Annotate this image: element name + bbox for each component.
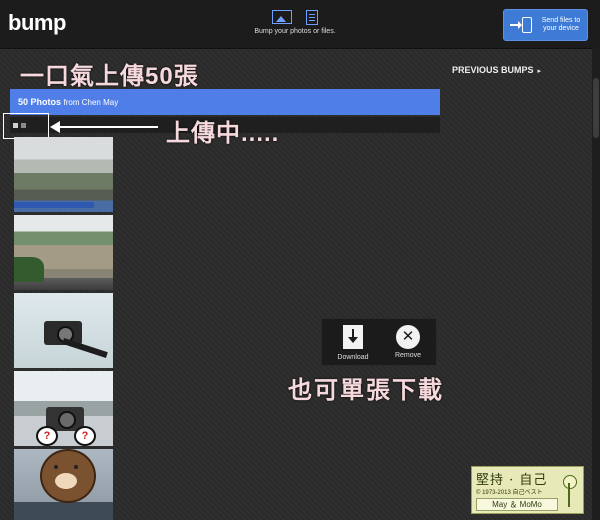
annotation-upload-50: 一口氣上傳50張 [20, 63, 199, 90]
photo-thumbnail-list: ? ? [14, 137, 114, 520]
watermark-title: 堅持 · 自己 [476, 473, 548, 488]
annotation-single-download: 也可單張下載 [288, 377, 444, 404]
photo-thumbnail[interactable] [14, 215, 113, 290]
watermark-names: May ＆ MoMo [476, 498, 558, 511]
bump-instructions: Bump your photos or files. [254, 28, 336, 35]
previous-bumps-link[interactable]: PREVIOUS BUMPS ▸ [452, 65, 541, 75]
photo-thumbnail[interactable]: ? ? [14, 371, 113, 446]
download-label: Download [337, 354, 369, 361]
bump-page: bump Bump your photos or files. Send fil… [0, 0, 600, 520]
photo-thumbnail[interactable] [14, 449, 113, 520]
progress-dot [21, 123, 26, 128]
photo-thumbnail[interactable] [14, 293, 113, 368]
bump-content-controls: Bump your photos or files. [240, 10, 350, 40]
content-type-icons [240, 10, 350, 26]
photo-action-toolbar: Download ✕ Remove [321, 318, 437, 366]
photo-thumbnail[interactable] [14, 137, 113, 212]
remove-icon: ✕ [396, 325, 420, 349]
download-button[interactable]: Download [327, 325, 379, 361]
scrollbar-thumb[interactable] [593, 78, 599, 138]
remove-label: Remove [394, 352, 422, 359]
send-files-label: Send files to your device [541, 17, 581, 32]
sender-label: from Chen May [63, 98, 119, 107]
vertical-scrollbar[interactable] [592, 48, 600, 520]
question-bubble-icon: ? [36, 426, 58, 446]
banner-text: 50 Photos from Chen May [18, 97, 118, 107]
blog-watermark: 堅持 · 自己 © 1973-2013 自己ベスト May ＆ MoMo [471, 466, 584, 514]
watermark-copyright: © 1973-2013 自己ベスト [476, 490, 543, 496]
progress-dot [13, 123, 18, 128]
previous-bumps-label: PREVIOUS BUMPS [452, 65, 534, 75]
file-icon[interactable] [306, 10, 318, 25]
bump-logo[interactable]: bump [8, 10, 66, 36]
send-files-to-device-button[interactable]: Send files to your device [503, 9, 588, 41]
remove-button[interactable]: ✕ Remove [382, 325, 434, 359]
upload-progress-dots [13, 122, 33, 130]
top-bar: bump Bump your photos or files. Send fil… [0, 0, 600, 49]
flower-icon [560, 473, 578, 507]
photo-count: 50 Photos [18, 97, 62, 107]
bear-sticker-image [40, 449, 96, 503]
annotation-uploading: 上傳中..... [166, 120, 280, 147]
annotation-arrow [50, 121, 158, 133]
chevron-right-icon: ▸ [537, 68, 542, 75]
download-icon [343, 325, 363, 349]
send-to-device-icon [510, 17, 532, 33]
question-bubble-icon: ? [74, 426, 96, 446]
photo-icon[interactable] [272, 10, 292, 24]
bump-banner[interactable]: 50 Photos from Chen May [10, 89, 440, 115]
